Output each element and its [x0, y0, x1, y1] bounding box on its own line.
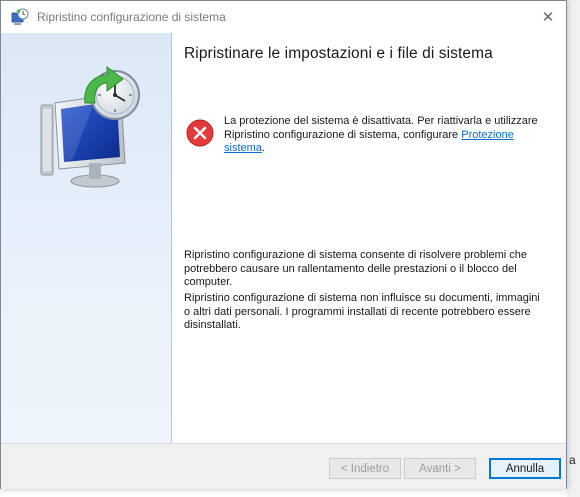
- system-restore-dialog: Ripristino configurazione di sistema ✕ R…: [0, 0, 567, 489]
- description-paragraph: Ripristino configurazione di sistema non…: [184, 292, 540, 331]
- system-restore-illustration-icon: [40, 66, 140, 188]
- background-window-edge: [567, 0, 580, 497]
- next-button[interactable]: Avanti >: [404, 458, 476, 479]
- error-icon: [186, 119, 214, 147]
- window-title: Ripristino configurazione di sistema: [37, 10, 226, 24]
- error-message-suffix: .: [261, 142, 265, 154]
- main-content: Ripristinare le impostazioni e i file di…: [172, 33, 566, 443]
- description-paragraph: Ripristino configurazione di sistema con…: [184, 249, 527, 288]
- title-bar[interactable]: Ripristino configurazione di sistema ✕: [1, 1, 566, 33]
- button-bar: < Indietro Avanti > Annulla: [1, 443, 566, 489]
- sidebar-banner: [1, 33, 172, 443]
- cancel-button[interactable]: Annulla: [489, 458, 561, 479]
- error-message: La protezione del sistema è disattivata.…: [224, 115, 554, 156]
- page-title: Ripristinare le impostazioni e i file di…: [184, 45, 493, 62]
- close-button[interactable]: ✕: [530, 1, 566, 33]
- back-button[interactable]: < Indietro: [329, 458, 401, 479]
- system-restore-icon: [11, 8, 29, 25]
- close-icon: ✕: [541, 9, 555, 26]
- background-text-fragment: a: [569, 453, 576, 467]
